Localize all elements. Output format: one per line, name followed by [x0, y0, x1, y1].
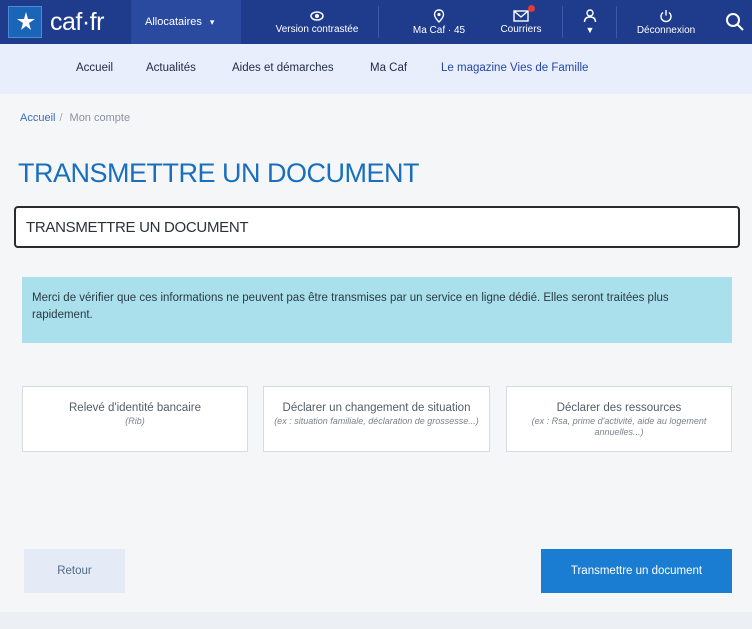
page-title: TRANSMETTRE UN DOCUMENT: [18, 158, 420, 188]
main-nav: Accueil Actualités Aides et démarches Ma…: [0, 44, 752, 94]
ma-caf-link[interactable]: Ma Caf · 45: [404, 0, 474, 44]
nav-item-ma-caf[interactable]: Ma Caf: [370, 62, 407, 74]
caf-logo-icon: [8, 6, 42, 38]
card-subtitle: (ex : Rsa, prime d'activité, aide au log…: [531, 416, 707, 437]
ma-caf-label: Ma Caf · 45: [412, 24, 466, 36]
nav-item-magazine[interactable]: Le magazine Vies de Famille: [441, 62, 588, 74]
card-title: Déclarer un changement de situation: [282, 402, 471, 414]
divider: [378, 6, 379, 38]
document-type-field[interactable]: TRANSMETTRE UN DOCUMENT: [14, 206, 740, 248]
breadcrumb-home[interactable]: Accueil: [20, 112, 55, 124]
audience-dropdown-label: Allocataires: [145, 16, 202, 28]
contrast-toggle[interactable]: Version contrastée: [262, 0, 372, 44]
info-banner: Merci de vérifier que ces informations n…: [22, 277, 732, 343]
audience-dropdown[interactable]: Allocataires ▾: [131, 0, 241, 44]
logout-label: Déconnexion: [636, 24, 696, 36]
mail-icon: [513, 10, 529, 22]
chevron-down-icon: ▾: [209, 16, 215, 27]
courriers-link[interactable]: Courriers: [486, 0, 556, 44]
divider: [616, 6, 617, 38]
notification-badge: [528, 5, 535, 12]
breadcrumb-separator: /: [59, 112, 63, 124]
nav-item-actualites[interactable]: Actualités: [146, 62, 196, 74]
card-rib[interactable]: Relevé d'identité bancaire (Rib): [22, 386, 248, 452]
chevron-down-icon: ▼: [585, 25, 595, 35]
courriers-label: Courriers: [500, 24, 542, 35]
card-changement-situation[interactable]: Déclarer un changement de situation (ex …: [263, 386, 490, 452]
breadcrumb-current: Mon compte: [69, 112, 131, 124]
caf-logo[interactable]: caf·fr: [8, 5, 104, 39]
user-icon: [583, 9, 597, 23]
card-ressources[interactable]: Déclarer des ressources (ex : Rsa, prime…: [506, 386, 732, 452]
nav-item-accueil[interactable]: Accueil: [76, 62, 113, 74]
divider: [562, 6, 563, 38]
power-icon: [660, 9, 672, 22]
location-pin-icon: [433, 8, 445, 23]
card-subtitle: (Rib): [125, 416, 145, 426]
card-title: Relevé d'identité bancaire: [69, 402, 201, 414]
card-title: Déclarer des ressources: [556, 402, 682, 414]
submit-document-button[interactable]: Transmettre un document: [541, 549, 732, 593]
eye-icon: [310, 10, 324, 21]
search-button[interactable]: [718, 0, 752, 44]
top-header: caf·fr Allocataires ▾ Version contrastée…: [0, 0, 752, 44]
back-button[interactable]: Retour: [24, 549, 125, 593]
logo-text: caf·fr: [50, 7, 104, 36]
account-menu[interactable]: ▼: [570, 0, 610, 44]
footer-strip: [0, 612, 752, 629]
breadcrumb: Accueil / Mon compte: [20, 112, 130, 124]
contrast-label: Version contrastée: [275, 23, 359, 35]
card-subtitle: (ex : situation familiale, déclaration d…: [274, 416, 479, 426]
search-icon: [726, 13, 744, 31]
logout-button[interactable]: Déconnexion: [626, 0, 706, 44]
nav-item-aides-demarches[interactable]: Aides et démarches: [232, 62, 334, 74]
